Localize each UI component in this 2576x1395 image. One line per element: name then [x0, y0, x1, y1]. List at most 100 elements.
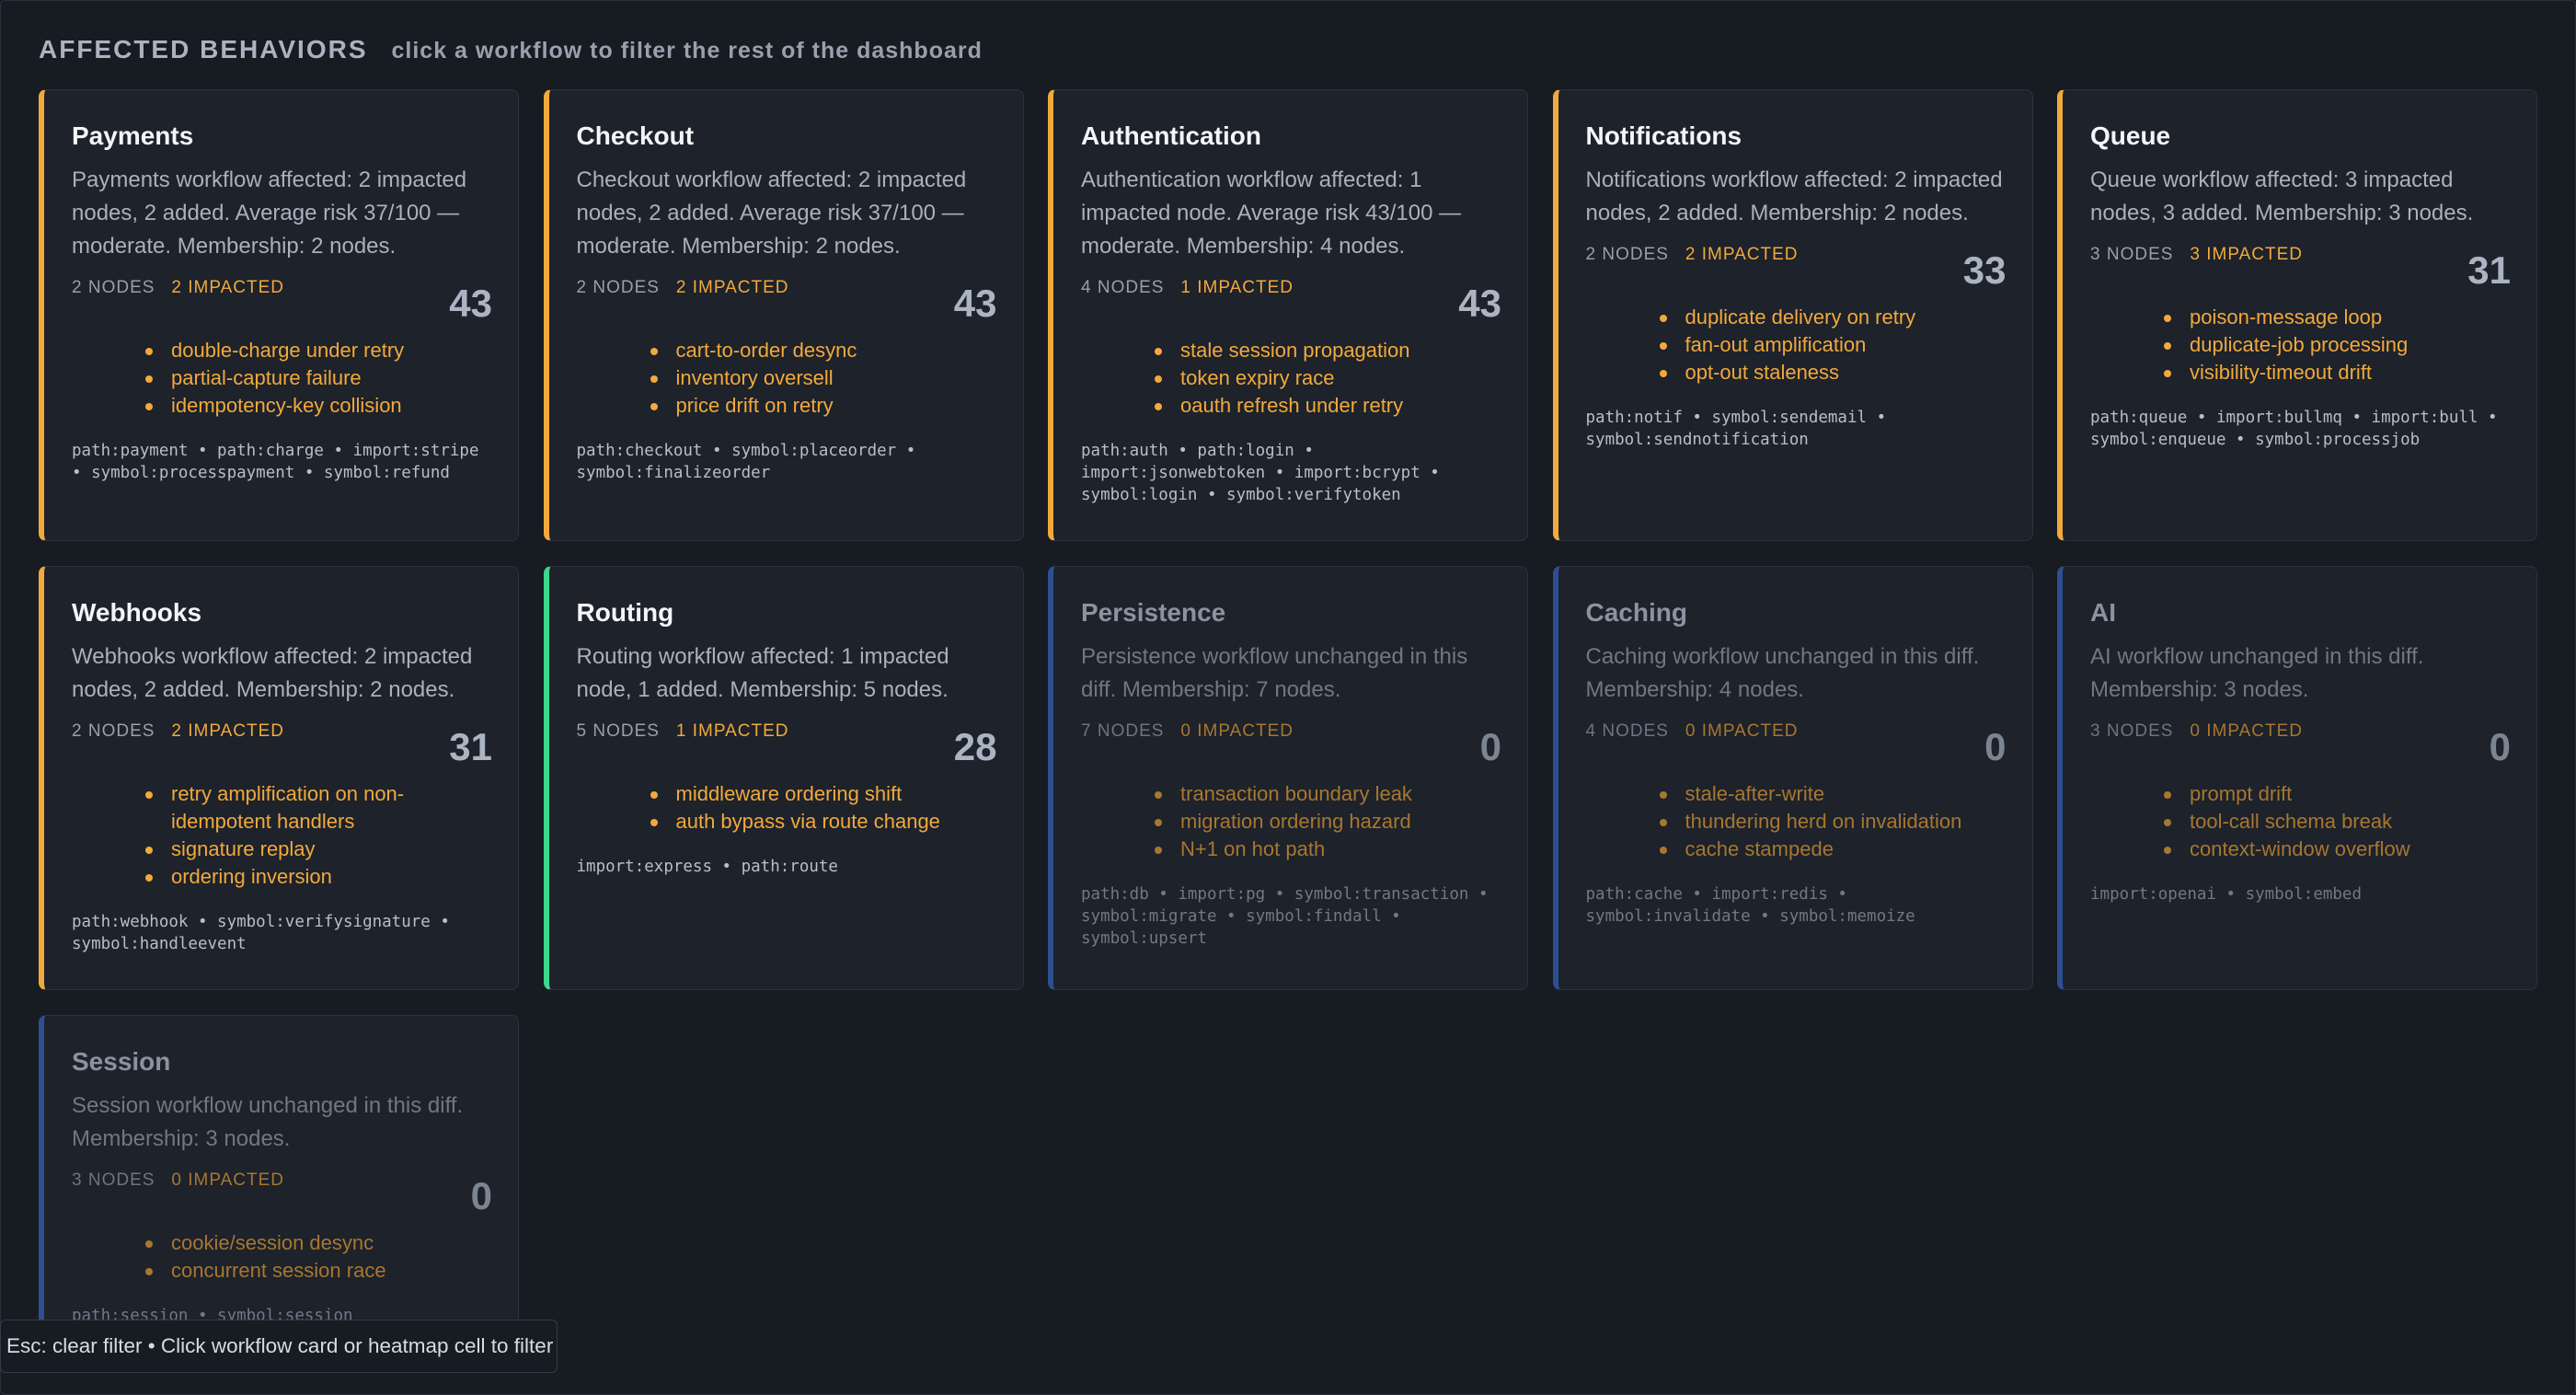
- card-meta: 2 NODES 2 IMPACTED 33: [1585, 245, 2007, 292]
- behavior-item: concurrent session race: [145, 1257, 492, 1285]
- node-count: 3 NODES: [2090, 721, 2174, 741]
- card-title: Payments: [72, 121, 194, 150]
- card-title: Notifications: [1585, 121, 1742, 150]
- impacted-count: 1 IMPACTED: [675, 721, 789, 741]
- card-tags: path:payment • path:charge • import:stri…: [72, 442, 479, 482]
- node-count: 5 NODES: [576, 721, 660, 741]
- risk-score: 0: [470, 1174, 492, 1217]
- card-meta: 7 NODES 0 IMPACTED 0: [1081, 721, 1501, 768]
- impacted-count: 3 IMPACTED: [2190, 245, 2304, 264]
- behavior-item: tool-call schema break: [2164, 808, 2511, 836]
- behavior-list: prompt drift tool-call schema break cont…: [2090, 780, 2511, 863]
- impacted-count: 2 IMPACTED: [675, 278, 789, 297]
- behavior-item: partial-capture failure: [145, 364, 492, 392]
- behavior-item: oauth refresh under retry: [1155, 392, 1501, 420]
- workflow-card-caching[interactable]: Caching Caching workflow unchanged in th…: [1552, 566, 2033, 990]
- risk-score: 0: [1984, 725, 2007, 768]
- impacted-count: 2 IMPACTED: [1685, 245, 1799, 264]
- impacted-count: 2 IMPACTED: [171, 721, 285, 741]
- card-description: Webhooks workflow affected: 2 impacted n…: [72, 644, 473, 702]
- behavior-item: cache stampede: [1659, 836, 2007, 863]
- behavior-list: middleware ordering shift auth bypass vi…: [577, 780, 997, 836]
- risk-score: 31: [2467, 248, 2511, 292]
- workflow-card-ai[interactable]: AI AI workflow unchanged in this diff. M…: [2057, 566, 2537, 990]
- workflow-card-webhooks[interactable]: Webhooks Webhooks workflow affected: 2 i…: [39, 566, 519, 990]
- behavior-list: retry amplification on non-idempotent ha…: [72, 780, 492, 891]
- card-title: AI: [2090, 598, 2116, 627]
- impacted-count: 0 IMPACTED: [171, 1170, 285, 1190]
- behavior-list: duplicate delivery on retry fan-out ampl…: [1586, 304, 2007, 386]
- behavior-item: transaction boundary leak: [1155, 780, 1501, 808]
- behavior-list: transaction boundary leak migration orde…: [1081, 780, 1501, 863]
- behavior-list: double-charge under retry partial-captur…: [72, 337, 492, 420]
- panel-header: AFFECTED BEHAVIORS click a workflow to f…: [39, 35, 983, 64]
- panel-title: AFFECTED BEHAVIORS: [39, 35, 368, 63]
- panel-subtitle: click a workflow to filter the rest of t…: [391, 38, 983, 63]
- workflow-card-payments[interactable]: Payments Payments workflow affected: 2 i…: [39, 89, 519, 541]
- card-description: Payments workflow affected: 2 impacted n…: [72, 167, 467, 259]
- workflow-card-session[interactable]: Session Session workflow unchanged in th…: [39, 1015, 519, 1332]
- node-count: 7 NODES: [1081, 721, 1165, 741]
- card-tags: path:webhook • symbol:verifysignature • …: [72, 913, 450, 953]
- behavior-item: stale session propagation: [1155, 337, 1501, 364]
- card-title: Routing: [576, 598, 674, 627]
- behavior-list: cart-to-order desync inventory oversell …: [577, 337, 997, 420]
- behavior-item: migration ordering hazard: [1155, 808, 1501, 836]
- impacted-count: 0 IMPACTED: [1685, 721, 1799, 741]
- card-tags: path:notif • symbol:sendemail • symbol:s…: [1585, 409, 1887, 449]
- risk-score: 0: [2489, 725, 2511, 768]
- card-title: Queue: [2090, 121, 2171, 150]
- node-count: 2 NODES: [72, 721, 155, 741]
- card-meta: 3 NODES 3 IMPACTED 31: [2090, 245, 2511, 292]
- behavior-item: inventory oversell: [650, 364, 997, 392]
- behavior-item: poison-message loop: [2164, 304, 2511, 331]
- workflow-card-grid: Payments Payments workflow affected: 2 i…: [39, 89, 2537, 1332]
- card-tags: import:openai • symbol:embed: [2090, 885, 2363, 904]
- behavior-list: stale session propagation token expiry r…: [1081, 337, 1501, 420]
- behavior-item: ordering inversion: [145, 863, 492, 891]
- behavior-item: fan-out amplification: [1659, 331, 2007, 359]
- workflow-card-authentication[interactable]: Authentication Authentication workflow a…: [1048, 89, 1528, 541]
- impacted-count: 0 IMPACTED: [2190, 721, 2304, 741]
- impacted-count: 0 IMPACTED: [1180, 721, 1294, 741]
- behavior-item: opt-out staleness: [1659, 359, 2007, 386]
- card-tags: path:queue • import:bullmq • import:bull…: [2090, 409, 2498, 449]
- card-description: Routing workflow affected: 1 impacted no…: [576, 644, 949, 702]
- card-meta: 2 NODES 2 IMPACTED 43: [576, 278, 997, 325]
- node-count: 2 NODES: [1585, 245, 1669, 264]
- behavior-item: double-charge under retry: [145, 337, 492, 364]
- workflow-card-checkout[interactable]: Checkout Checkout workflow affected: 2 i…: [543, 89, 1024, 541]
- behavior-item: N+1 on hot path: [1155, 836, 1501, 863]
- risk-score: 43: [1458, 282, 1501, 325]
- behavior-item: duplicate delivery on retry: [1659, 304, 2007, 331]
- card-meta: 3 NODES 0 IMPACTED 0: [2090, 721, 2511, 768]
- workflow-card-persistence[interactable]: Persistence Persistence workflow unchang…: [1048, 566, 1528, 990]
- node-count: 2 NODES: [72, 278, 155, 297]
- card-description: Authentication workflow affected: 1 impa…: [1081, 167, 1462, 259]
- card-title: Checkout: [576, 121, 695, 150]
- behavior-item: context-window overflow: [2164, 836, 2511, 863]
- behavior-item: auth bypass via route change: [650, 808, 997, 836]
- node-count: 3 NODES: [72, 1170, 155, 1190]
- behavior-list: stale-after-write thundering herd on inv…: [1586, 780, 2007, 863]
- card-title: Caching: [1585, 598, 1687, 627]
- card-meta: 2 NODES 2 IMPACTED 31: [72, 721, 492, 768]
- card-title: Persistence: [1081, 598, 1226, 627]
- risk-score: 28: [953, 725, 997, 768]
- card-tags: path:checkout • symbol:placeorder • symb…: [576, 442, 916, 482]
- risk-score: 33: [1962, 248, 2007, 292]
- keyboard-hint-toast: Esc: clear filter • Click workflow card …: [0, 1320, 558, 1373]
- workflow-card-queue[interactable]: Queue Queue workflow affected: 3 impacte…: [2057, 89, 2537, 541]
- behavior-item: price drift on retry: [650, 392, 997, 420]
- card-description: Checkout workflow affected: 2 impacted n…: [576, 167, 967, 259]
- card-tags: path:cache • import:redis • symbol:inval…: [1585, 885, 1915, 926]
- node-count: 2 NODES: [576, 278, 660, 297]
- workflow-card-notifications[interactable]: Notifications Notifications workflow aff…: [1552, 89, 2033, 541]
- card-title: Authentication: [1081, 121, 1261, 150]
- behavior-list: poison-message loop duplicate-job proces…: [2090, 304, 2511, 386]
- behavior-item: stale-after-write: [1659, 780, 2007, 808]
- behavior-item: visibility-timeout drift: [2164, 359, 2511, 386]
- risk-score: 43: [449, 282, 492, 325]
- workflow-card-routing[interactable]: Routing Routing workflow affected: 1 imp…: [543, 566, 1024, 990]
- behavior-item: duplicate-job processing: [2164, 331, 2511, 359]
